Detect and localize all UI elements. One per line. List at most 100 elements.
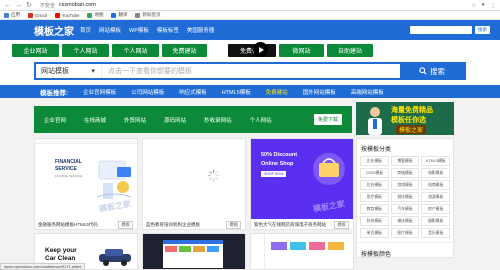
category-link[interactable]: 教育模板 [360,204,389,214]
category-link[interactable]: 婚庆模板 [390,216,420,226]
recommend-bar: 模板推荐: 企业官网模板 公司网站模板 响应式模板 HTML5模板 免费建站 国外网站模板… [0,85,500,98]
bookmark-item[interactable]: 新标签页 [135,12,160,18]
category-link[interactable]: 科技模板 [360,216,389,226]
category-tab[interactable]: 自助建站 [327,44,373,57]
quick-links: 企业官网 在线商城 外贸网站 源码网站 秒收录网站 个人网站 免费下载 [34,106,352,133]
card-title[interactable]: 蓝色教育培训机构企业模板 [146,222,236,228]
main-search-input[interactable]: 点击一下查看你想要的模板 [102,66,400,76]
sidebar-heading: 按模板分类 [361,147,392,153]
play-icon[interactable] [253,42,268,57]
category-tab[interactable]: 企业网站 [12,44,59,57]
quick-link[interactable]: 秒收录网站 [204,116,232,124]
category-link[interactable]: 汽车模板 [390,204,420,214]
category-link[interactable]: 旅游模板 [421,192,450,202]
bookmark-item[interactable]: 地图 [87,12,103,18]
thumb-subtext: FINANCE SERVICE [55,174,83,178]
header-search-button[interactable]: 搜索 [475,26,490,34]
category-tab[interactable]: 免费建站 [162,44,207,57]
quick-link[interactable]: 个人网站 [250,116,272,124]
recommend-link[interactable]: HTML5模板 [222,88,251,96]
ad-banner[interactable]: 海量免费精品 模板任你选 模板之家 [356,102,454,135]
bookmark-icon [54,12,60,18]
main-search-button[interactable]: 搜索 [400,64,464,78]
free-download-button[interactable]: 免费下载 [313,114,342,125]
category-link[interactable]: 博客模板 [390,156,420,166]
insecure-badge[interactable]: 不安全 [40,2,55,9]
template-card[interactable]: 50% Discount Online Shop SHOP NOW 模板之家 紫… [250,138,354,230]
stat-boxes [271,242,344,250]
category-tab[interactable]: 个人网站 [62,44,109,57]
thumb-text: Car Clean [45,255,76,262]
category-link[interactable]: 单页模板 [360,228,389,238]
forward-icon[interactable]: → [15,2,22,9]
recommend-link[interactable]: 免费建站 [266,88,288,96]
bookmark-item[interactable]: 翻译 [111,12,127,18]
bookmark-icon [4,12,9,18]
bookmark-item[interactable]: Gmail [28,12,47,18]
category-link[interactable]: 后台模板 [360,180,389,190]
template-card[interactable]: 蓝色教育培训机构企业模板 模板 [142,138,246,230]
bookmark-item[interactable]: 应用 [4,12,20,18]
card-tag[interactable]: 模板 [226,221,241,229]
category-tabs: 企业网站 个人网站 个人网站 免费建站 免费模板 微网站 自助建站 [0,40,500,61]
category-link[interactable]: 电影模板 [421,168,450,178]
url-field[interactable]: cssmoban.com [59,2,96,8]
ad-line-2: 模板任你选 [391,117,426,124]
category-link[interactable]: 医疗模板 [360,192,389,202]
recommend-link[interactable]: 响应式模板 [179,88,207,96]
category-link[interactable]: 游戏模板 [390,180,420,190]
bookmark-icon [87,12,93,18]
menu-icon[interactable]: ⋮ [490,2,496,9]
category-link[interactable]: 音乐模板 [421,228,450,238]
back-icon[interactable]: ← [4,2,11,9]
category-link[interactable]: 电商模板 [421,180,450,190]
recommend-link[interactable]: 国外网站模板 [303,88,336,96]
shopping-illustration [313,153,345,185]
category-link[interactable]: 商城模板 [390,168,420,178]
quick-link[interactable]: 源码网站 [164,116,186,124]
card-tag[interactable]: 模板 [334,221,349,229]
header-search-input[interactable] [410,26,472,34]
category-tab[interactable]: 个人网站 [112,44,159,57]
recommend-link[interactable]: 公司网站模板 [131,88,164,96]
category-grid: 企业模板 博客模板 HTML5模板 CSS3模板 商城模板 电影模板后台模板 游戏模板 电商模… [357,156,453,238]
category-link[interactable]: 企业模板 [360,156,389,166]
bookmark-label: 地图 [94,12,104,17]
nav-item[interactable]: WP模板 [129,26,149,34]
recommend-link[interactable]: 高端网站模板 [351,88,384,96]
category-link[interactable]: 图片模板 [390,228,420,238]
category-link[interactable]: HTML5模板 [421,156,450,166]
category-link[interactable]: 摄影模板 [421,216,450,226]
nav-item[interactable]: 首页 [80,26,91,34]
template-card[interactable]: FINANCIAL SERVICE FINANCE SERVICE 模板之家 金… [34,138,138,230]
card-title[interactable]: 紫色大气在线网店商城电子商务网站 [254,222,344,228]
nav-item[interactable]: 网站模板 [99,26,121,34]
ad-line-3: 模板之家 [396,125,427,134]
category-link[interactable]: 房产模板 [421,204,450,214]
quick-link[interactable]: 外贸网站 [124,116,146,124]
card-title[interactable]: 金融服务网站模板HTML5代码 [38,222,128,228]
account-icon[interactable]: ● [481,2,485,9]
quick-link[interactable]: 企业官网 [44,116,66,124]
site-logo[interactable]: 模板之家 [34,23,74,38]
nav-item[interactable]: 模板标签 [157,26,179,34]
bookmark-label: Gmail [35,12,47,18]
reload-icon[interactable]: ↻ [26,1,32,9]
template-card[interactable] [250,233,354,270]
bookmark-item[interactable]: YouTube [54,12,79,18]
template-card[interactable] [142,233,246,270]
loading-spinner-icon [207,169,220,182]
star-icon[interactable]: ☆ [471,2,476,9]
template-category-sidebar: 按模板分类 企业模板 博客模板 HTML5模板 CSS3模板 商城模板 电影模板后台模板游… [356,138,454,258]
nav-item[interactable]: 美国服务器 [187,26,215,34]
category-tab[interactable]: 微网站 [279,44,324,57]
category-link[interactable]: CSS3模板 [360,168,389,178]
site-header: 模板之家 首页 网站模板 WP模板 模板标签 美国服务器 搜索 [0,20,500,40]
card-thumbnail: 50% Discount Online Shop SHOP NOW 模板之家 [251,139,353,219]
card-tag[interactable]: 模板 [118,221,133,229]
recommend-link[interactable]: 企业官网模板 [83,88,116,96]
quick-link[interactable]: 在线商城 [84,116,106,124]
category-tab[interactable]: 免费模板 [228,44,276,57]
category-link[interactable]: 餐饮模板 [390,192,420,202]
search-type-select[interactable]: 网站模板 ▾ [36,64,102,78]
